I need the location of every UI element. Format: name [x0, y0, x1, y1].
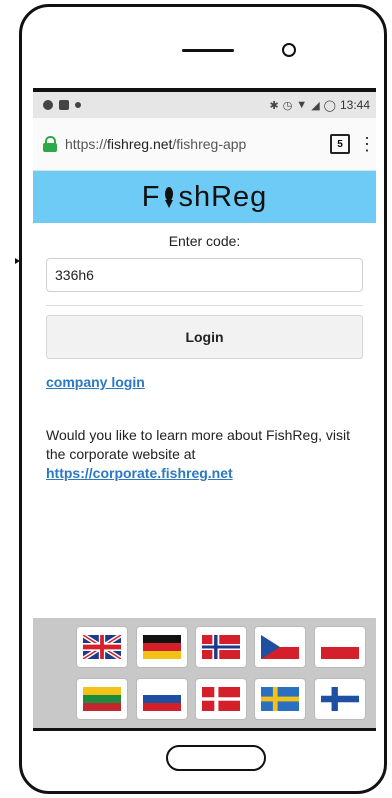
- norway-flag-icon: [202, 635, 240, 659]
- info-message: Would you like to learn more about FishR…: [46, 427, 350, 462]
- flag-czech-button[interactable]: [255, 627, 305, 667]
- denmark-flag-icon: [202, 687, 240, 711]
- finland-flag-icon: [321, 687, 359, 711]
- germany-flag-icon: [143, 635, 181, 659]
- status-bar: ✱ ◷ ▼ ◢ ◯ 13:44: [33, 92, 376, 118]
- company-login-link[interactable]: company login: [46, 374, 363, 390]
- messages-icon: [43, 100, 53, 110]
- language-flag-bar: [33, 618, 376, 728]
- home-button[interactable]: [166, 745, 266, 771]
- logo-suffix: shReg: [178, 180, 268, 213]
- front-camera: [282, 43, 296, 57]
- flag-russia-button[interactable]: [137, 679, 187, 719]
- secure-lock-icon: [43, 136, 57, 152]
- url-path: /fishreg-app: [172, 136, 247, 152]
- more-menu-icon[interactable]: ⋮: [358, 134, 376, 155]
- app-header: FshReg: [33, 171, 376, 223]
- logo-prefix: F: [141, 180, 161, 213]
- earpiece-speaker: [182, 49, 234, 52]
- bluetooth-icon: ✱: [269, 99, 279, 112]
- lithuania-flag-icon: [83, 687, 121, 711]
- login-form: Enter code: Login company login Would yo…: [33, 233, 376, 483]
- flag-finland-button[interactable]: [315, 679, 365, 719]
- info-text: Would you like to learn more about FishR…: [46, 426, 363, 483]
- enter-code-label: Enter code:: [168, 233, 241, 249]
- signal-icon: ◢: [311, 99, 320, 112]
- flag-sweden-button[interactable]: [255, 679, 305, 719]
- divider: [46, 305, 363, 306]
- tab-switcher-button[interactable]: 5: [330, 134, 350, 154]
- russia-flag-icon: [143, 687, 181, 711]
- flag-germany-button[interactable]: [137, 627, 187, 667]
- flag-denmark-button[interactable]: [196, 679, 246, 719]
- status-time: 13:44: [339, 98, 370, 112]
- url-text[interactable]: https://fishreg.net/fishreg-app: [65, 136, 322, 152]
- phone-frame: ✱ ◷ ▼ ◢ ◯ 13:44 https://fishreg.net/fish…: [19, 4, 387, 794]
- login-button[interactable]: Login: [46, 315, 363, 359]
- url-prefix: https://: [65, 136, 108, 152]
- fish-logo-icon: [162, 185, 176, 209]
- browser-address-bar[interactable]: https://fishreg.net/fishreg-app 5 ⋮: [33, 118, 376, 171]
- sweden-flag-icon: [261, 687, 299, 711]
- code-input[interactable]: [46, 258, 363, 292]
- czech-flag-icon: [261, 635, 299, 659]
- alarm-icon: ◷: [282, 99, 293, 112]
- flag-poland-button[interactable]: [315, 627, 365, 667]
- flag-uk-button[interactable]: [77, 627, 127, 667]
- flag-norway-button[interactable]: [196, 627, 246, 667]
- image-icon: [59, 100, 69, 110]
- notification-dot-icon: [75, 102, 81, 108]
- uk-flag-icon: [83, 635, 121, 659]
- poland-flag-icon: [321, 635, 359, 659]
- wifi-icon: ▼: [296, 99, 308, 111]
- battery-icon: ◯: [323, 99, 336, 112]
- phone-screen: ✱ ◷ ▼ ◢ ◯ 13:44 https://fishreg.net/fish…: [33, 88, 376, 731]
- corporate-website-link[interactable]: https://corporate.fishreg.net: [46, 465, 233, 481]
- flag-lithuania-button[interactable]: [77, 679, 127, 719]
- url-host: fishreg.net: [107, 136, 173, 152]
